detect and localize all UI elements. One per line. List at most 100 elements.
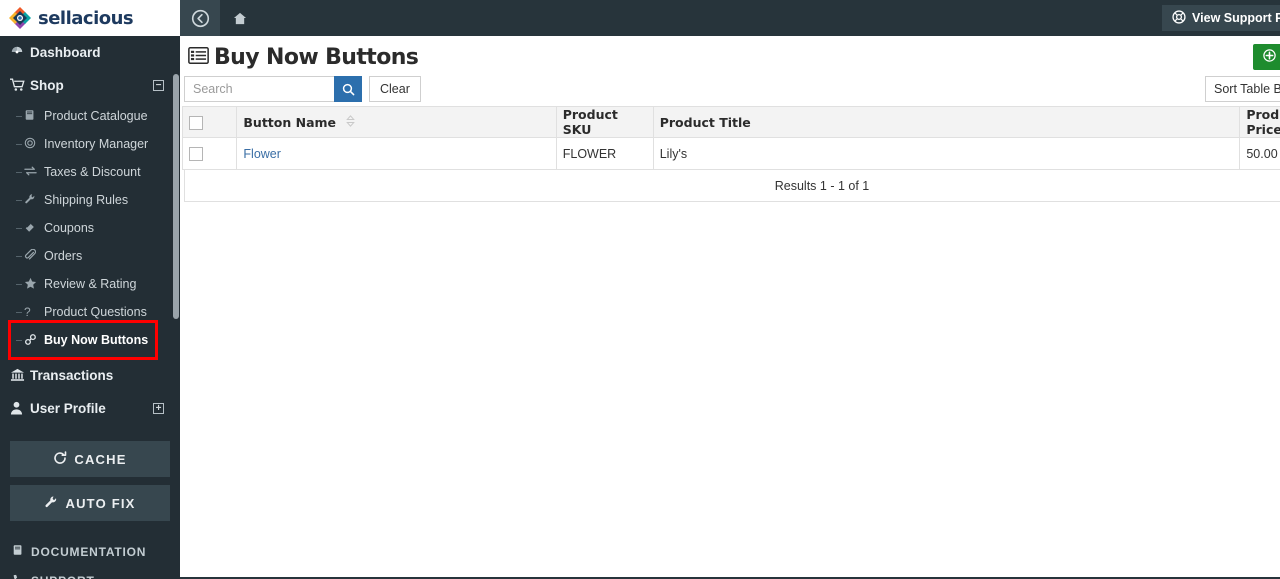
table-row: Flower FLOWER Lily's 50.00 USD: [181, 137, 1280, 170]
sidebar-label: Transactions: [30, 368, 114, 383]
sidebar-item-dashboard[interactable]: Dashboard: [0, 36, 180, 69]
page-title-text: Buy Now Buttons: [214, 44, 419, 70]
new-button[interactable]: New: [1252, 44, 1280, 70]
sidebar-item-review-rating[interactable]: Review & Rating: [0, 270, 180, 298]
documentation-link[interactable]: DOCUMENTATION: [0, 537, 180, 566]
star-half-icon: [24, 277, 44, 292]
sidebar-label: Taxes & Discount: [44, 165, 141, 179]
tag-icon: [24, 221, 44, 235]
search-group: [184, 76, 362, 102]
sidebar: sellacious Dashboard Shop − Product Cata…: [0, 0, 180, 579]
book-icon: [24, 109, 44, 123]
search-button[interactable]: [334, 76, 362, 102]
cell-product-title: Lily's: [652, 137, 1241, 170]
header-product-price: Product Price: [1239, 106, 1280, 138]
results-summary: Results 1 - 1 of 1: [184, 170, 1280, 202]
header-label: Product SKU: [562, 107, 618, 137]
sidebar-item-coupons[interactable]: Coupons: [0, 214, 180, 242]
support-link[interactable]: SUPPORT: [0, 566, 180, 579]
select-all-checkbox[interactable]: [189, 115, 203, 130]
sidebar-item-transactions[interactable]: Transactions: [0, 359, 180, 392]
cache-button-label: CACHE: [74, 451, 127, 467]
home-button[interactable]: [220, 0, 260, 36]
sidebar-label: Product Questions: [44, 305, 147, 319]
sidebar-scrollbar[interactable]: [173, 74, 179, 319]
sidebar-label: Product Catalogue: [44, 109, 148, 123]
dashboard-icon: [10, 45, 30, 61]
brand-name: sellacious: [38, 7, 134, 29]
table-header-row: Button Name Product SKU Product Title Pr…: [181, 106, 1280, 138]
back-arrow-icon: [191, 9, 209, 27]
brand-logo[interactable]: sellacious: [0, 0, 180, 36]
shop-collapse-toggle[interactable]: −: [153, 80, 164, 91]
table-container: Button Name Product SKU Product Title Pr…: [180, 106, 1280, 202]
table-head: Button Name Product SKU Product Title Pr…: [181, 106, 1280, 138]
sidebar-label: Orders: [44, 249, 83, 263]
table-body: Flower FLOWER Lily's 50.00 USD: [181, 137, 1280, 170]
header-product-sku: Product SKU: [555, 106, 654, 138]
search-icon: [342, 83, 354, 95]
sidebar-item-user-profile[interactable]: User Profile +: [0, 392, 180, 425]
sidebar-item-inventory-manager[interactable]: Inventory Manager: [0, 130, 180, 158]
cache-button[interactable]: CACHE: [10, 441, 170, 477]
cell-button-name: Flower: [236, 137, 557, 170]
cart-icon: [10, 78, 30, 94]
back-button[interactable]: [180, 0, 220, 36]
sort-arrows-icon: [346, 114, 356, 130]
question-icon: ?: [24, 305, 31, 319]
sidebar-label: Inventory Manager: [44, 137, 149, 151]
sidebar-label: Shop: [30, 78, 64, 93]
sidebar-label: User Profile: [30, 401, 106, 416]
sidebar-item-taxes-discount[interactable]: Taxes & Discount: [0, 158, 180, 186]
sellacious-logo-icon: [8, 6, 32, 30]
view-support-pin-button[interactable]: View Support PIN: [1162, 5, 1280, 31]
exchange-icon: [24, 165, 44, 179]
page-actions: New Edit Delete: [1252, 44, 1280, 70]
documentation-label: DOCUMENTATION: [31, 544, 147, 559]
support-pin-label: View Support PIN: [1192, 11, 1280, 25]
sidebar-item-shipping-rules[interactable]: Shipping Rules: [0, 186, 180, 214]
sidebar-item-orders[interactable]: Orders: [0, 242, 180, 270]
sort-table-by-select[interactable]: Sort Table By:: [1205, 76, 1280, 102]
header-select-all: [181, 106, 238, 138]
book-icon: [12, 544, 24, 559]
clear-button[interactable]: Clear: [369, 76, 421, 102]
auto-fix-button[interactable]: AUTO FIX: [10, 485, 170, 521]
search-input[interactable]: [184, 76, 334, 102]
sidebar-item-product-catalogue[interactable]: Product Catalogue: [0, 102, 180, 130]
sidebar-label: Review & Rating: [44, 277, 137, 291]
bank-icon: [10, 368, 30, 384]
sort-select-value: Sort Table By:: [1214, 82, 1280, 96]
sidebar-item-product-questions[interactable]: ? Product Questions: [0, 298, 180, 326]
wrench-icon: [44, 495, 58, 512]
sidebar-label: Dashboard: [30, 45, 101, 60]
buy-now-buttons-table: Button Name Product SKU Product Title Pr…: [181, 106, 1280, 170]
cell-product-price: 50.00 USD: [1239, 137, 1280, 170]
header-label: Product Title: [659, 114, 751, 130]
target-icon: [24, 137, 44, 151]
sidebar-label: Coupons: [44, 221, 95, 235]
phone-icon: [12, 573, 24, 579]
button-name-link[interactable]: Flower: [243, 147, 281, 161]
sidebar-scroll-area: Dashboard Shop − Product Catalogue Inven…: [0, 36, 180, 579]
header-button-name[interactable]: Button Name: [236, 106, 557, 138]
support-label: SUPPORT: [31, 574, 95, 579]
list-view-icon: [188, 45, 209, 70]
sidebar-item-buy-now-buttons[interactable]: Buy Now Buttons: [0, 326, 180, 354]
home-icon: [233, 12, 247, 24]
page-title: Buy Now Buttons: [188, 44, 419, 70]
cell-select: [181, 137, 238, 170]
user-profile-expand-toggle[interactable]: +: [153, 403, 164, 414]
header-label: Product Price: [1246, 107, 1280, 137]
right-filters: Sort Table By: 20: [1205, 76, 1280, 102]
cell-product-sku: FLOWER: [555, 137, 654, 170]
sidebar-label: Shipping Rules: [44, 193, 129, 207]
sidebar-label: Buy Now Buttons: [44, 333, 149, 347]
auto-fix-button-label: AUTO FIX: [65, 495, 136, 511]
wrench-icon: [24, 193, 44, 207]
refresh-icon: [53, 450, 67, 468]
row-checkbox[interactable]: [189, 146, 203, 161]
main-content: View Support PIN: [180, 0, 1280, 579]
plus-circle-icon: [1262, 49, 1276, 65]
sidebar-item-shop[interactable]: Shop −: [0, 69, 180, 102]
